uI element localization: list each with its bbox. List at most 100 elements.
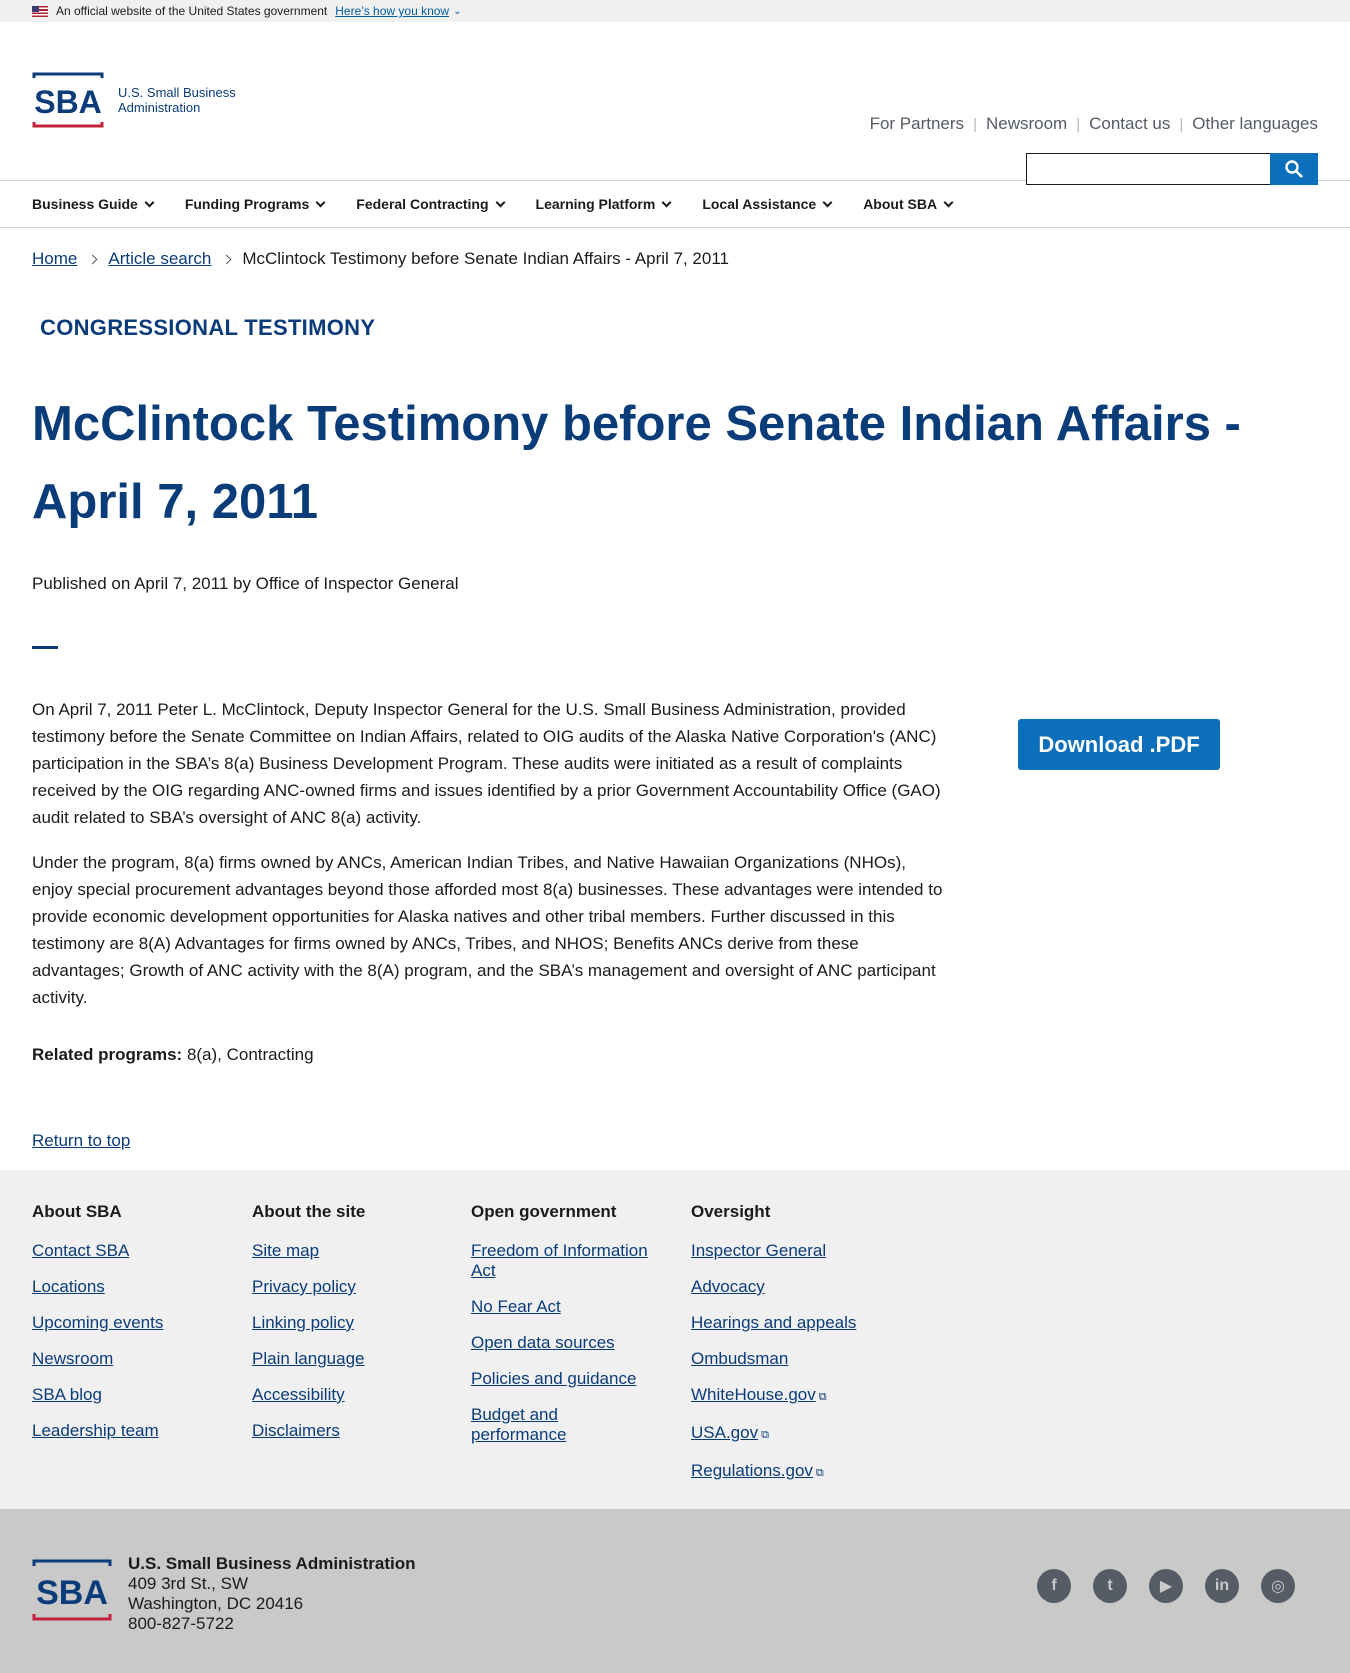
link-label: Regulations.gov	[691, 1461, 813, 1480]
nav-label: About SBA	[863, 196, 938, 212]
footer-address: U.S. Small Business Administration 409 3…	[128, 1554, 416, 1634]
related-programs-label: Related programs:	[32, 1045, 183, 1064]
return-to-top-link[interactable]: Return to top	[32, 1131, 130, 1151]
footer-link-budget-performance[interactable]: Budget and performance	[471, 1405, 621, 1445]
chevron-down-icon	[144, 197, 155, 207]
chevron-right-icon	[221, 254, 232, 264]
svg-text:SBA: SBA	[36, 1574, 108, 1612]
external-link-icon: ⧉	[815, 1467, 824, 1479]
youtube-icon[interactable]: ▶	[1149, 1569, 1183, 1603]
main-nav: Business Guide Funding Programs Federal …	[0, 181, 1350, 228]
footer-link-inspector-general[interactable]: Inspector General	[691, 1241, 891, 1261]
search-input[interactable]	[1026, 153, 1270, 185]
chevron-down-icon	[943, 197, 954, 207]
nav-about-sba[interactable]: About SBA	[863, 196, 954, 212]
breadcrumb-current: McClintock Testimony before Senate India…	[242, 249, 729, 268]
footer-link-contact-sba[interactable]: Contact SBA	[32, 1241, 232, 1261]
nav-learning-platform[interactable]: Learning Platform	[535, 196, 672, 212]
nav-federal-contracting[interactable]: Federal Contracting	[356, 196, 505, 212]
chevron-down-icon	[822, 197, 833, 207]
utility-nav: For Partners | Newsroom | Contact us | O…	[870, 114, 1318, 134]
external-link-icon: ⧉	[761, 1429, 769, 1441]
footer-link-plain-language[interactable]: Plain language	[252, 1349, 452, 1369]
footer-link-site-map[interactable]: Site map	[252, 1241, 452, 1261]
footer-heading: About the site	[252, 1202, 366, 1221]
twitter-icon[interactable]: t	[1093, 1569, 1127, 1603]
footer-link-disclaimers[interactable]: Disclaimers	[252, 1421, 452, 1441]
nav-label: Federal Contracting	[356, 196, 489, 212]
heres-how-you-know-link[interactable]: Here’s how you know	[335, 4, 449, 18]
footer-col-open-government: Open government Freedom of Information A…	[471, 1202, 671, 1461]
instagram-icon[interactable]: ◎	[1261, 1569, 1295, 1603]
chevron-down-icon[interactable]: ⌄	[453, 6, 461, 17]
footer-bottom: SBA U.S. Small Business Administration 4…	[0, 1509, 1350, 1673]
search-button[interactable]	[1270, 153, 1318, 185]
footer-link-linking-policy[interactable]: Linking policy	[252, 1313, 452, 1333]
site-header: SBA U.S. Small Business Administration F…	[0, 22, 1350, 185]
facebook-icon[interactable]: f	[1037, 1569, 1071, 1603]
footer-link-sba-blog[interactable]: SBA blog	[32, 1385, 232, 1405]
social-links: f t ▶ in ◎	[1015, 1569, 1295, 1603]
footer-link-advocacy[interactable]: Advocacy	[691, 1277, 891, 1297]
chevron-right-icon	[87, 254, 98, 264]
footer-link-no-fear-act[interactable]: No Fear Act	[471, 1297, 671, 1317]
logo-text-line1: U.S. Small Business	[118, 85, 236, 100]
site-search	[1026, 153, 1318, 185]
footer-link-whitehouse[interactable]: WhiteHouse.gov ⧉	[691, 1385, 891, 1407]
nav-label: Funding Programs	[184, 196, 310, 212]
linkedin-icon[interactable]: in	[1205, 1569, 1239, 1603]
chevron-down-icon	[495, 197, 505, 207]
footer-link-usa-gov[interactable]: USA.gov ⧉	[691, 1423, 891, 1445]
footer-col-about-site: About the site Site map Privacy policy L…	[252, 1202, 452, 1457]
footer-link-upcoming-events[interactable]: Upcoming events	[32, 1313, 232, 1333]
footer-link-open-data[interactable]: Open data sources	[471, 1333, 671, 1353]
footer-link-policies-guidance[interactable]: Policies and guidance	[471, 1369, 671, 1389]
footer-link-locations[interactable]: Locations	[32, 1277, 232, 1297]
footer-link-foia[interactable]: Freedom of Information Act	[471, 1241, 671, 1281]
article-body: On April 7, 2011 Peter L. McClintock, De…	[32, 696, 947, 1029]
footer-links: About SBA Contact SBA Locations Upcoming…	[0, 1170, 1350, 1509]
util-link-for-partners[interactable]: For Partners	[870, 114, 964, 134]
footer-phone: 800-827-5722	[128, 1614, 234, 1633]
sba-logo[interactable]: SBA U.S. Small Business Administration	[32, 72, 236, 128]
nav-label: Local Assistance	[702, 196, 817, 212]
footer-link-leadership-team[interactable]: Leadership team	[32, 1421, 232, 1441]
published-info: Published on April 7, 2011 by Office of …	[32, 574, 459, 593]
link-label: WhiteHouse.gov	[691, 1385, 816, 1404]
nav-business-guide[interactable]: Business Guide	[32, 196, 155, 212]
link-label: USA.gov	[691, 1423, 759, 1442]
page-title: McClintock Testimony before Senate India…	[32, 397, 1241, 529]
chevron-down-icon	[315, 197, 326, 207]
footer-link-ombudsman[interactable]: Ombudsman	[691, 1349, 891, 1369]
nav-local-assistance[interactable]: Local Assistance	[702, 196, 833, 212]
nav-funding-programs[interactable]: Funding Programs	[184, 196, 326, 212]
us-flag-icon	[32, 5, 48, 17]
footer-link-regulations[interactable]: Regulations.gov ⧉	[691, 1461, 891, 1483]
article-paragraph: Under the program, 8(a) firms owned by A…	[32, 853, 943, 1007]
util-link-contact-us[interactable]: Contact us	[1089, 114, 1170, 134]
footer-col-oversight: Oversight Inspector General Advocacy Hea…	[691, 1202, 891, 1499]
footer-address-line2: Washington, DC 20416	[128, 1594, 304, 1613]
external-link-icon: ⧉	[818, 1391, 827, 1403]
footer-link-accessibility[interactable]: Accessibility	[252, 1385, 452, 1405]
footer-link-privacy-policy[interactable]: Privacy policy	[252, 1277, 452, 1297]
sba-logo-mark-icon[interactable]: SBA	[32, 1559, 112, 1621]
footer-heading: Open government	[471, 1202, 617, 1221]
footer-heading: Oversight	[691, 1202, 771, 1221]
nav-label: Learning Platform	[535, 196, 656, 212]
breadcrumb-home[interactable]: Home	[32, 249, 77, 269]
logo-text-line2: Administration	[118, 100, 201, 115]
download-pdf-button[interactable]: Download .PDF	[1018, 719, 1220, 770]
svg-text:SBA: SBA	[34, 84, 102, 120]
util-link-newsroom[interactable]: Newsroom	[986, 114, 1067, 134]
footer-link-newsroom[interactable]: Newsroom	[32, 1349, 232, 1369]
util-separator: |	[973, 115, 977, 133]
article-paragraph: On April 7, 2011 Peter L. McClintock, De…	[32, 700, 941, 827]
breadcrumb-article-search[interactable]: Article search	[108, 249, 211, 269]
nav-label: Business Guide	[32, 196, 138, 212]
search-icon	[1285, 160, 1303, 178]
util-link-other-languages[interactable]: Other languages	[1192, 114, 1318, 134]
related-programs: Related programs: 8(a), Contracting	[32, 1045, 314, 1065]
footer-link-hearings-appeals[interactable]: Hearings and appeals	[691, 1313, 891, 1333]
footer-col-about-sba: About SBA Contact SBA Locations Upcoming…	[32, 1202, 232, 1457]
